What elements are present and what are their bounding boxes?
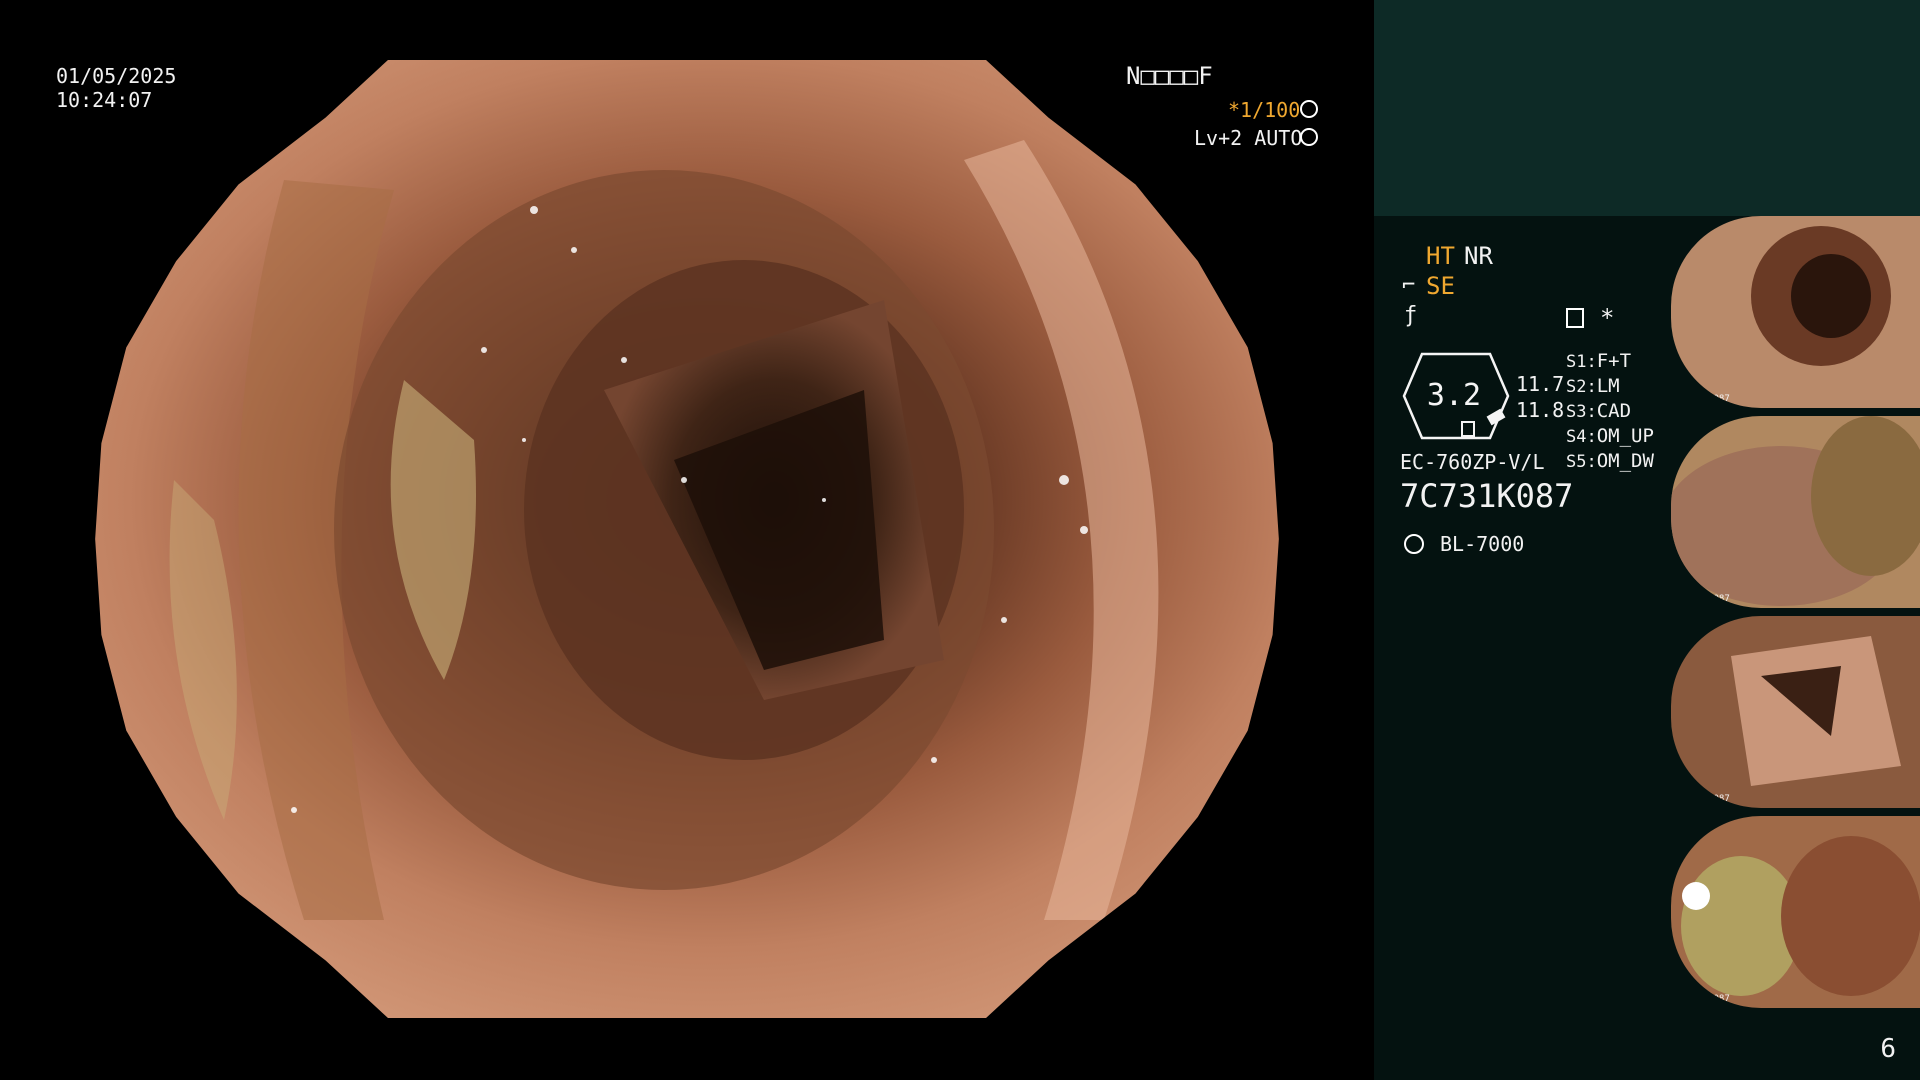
setting-key: S2: bbox=[1566, 377, 1597, 397]
gear-icon bbox=[1300, 128, 1318, 146]
shutter-speed: *1/100 bbox=[1228, 98, 1301, 122]
exam-time: 10:24:07 bbox=[56, 88, 153, 112]
setting-value: CAD bbox=[1596, 400, 1632, 422]
patient-id: N□□□□F bbox=[1126, 62, 1213, 90]
endoscope-view-panel: 01/05/2025 10:24:07 N□□□□F *1/100 Lv+2 A… bbox=[0, 0, 1374, 1080]
setting-key: S4: bbox=[1566, 427, 1597, 447]
setting-value: F+T bbox=[1596, 350, 1632, 372]
settings-list: S1:F+T S2:LM S3:CAD S4:OM_UP S5:OM_DW bbox=[1566, 350, 1654, 475]
thumbnail-label: 7C731K087 bbox=[1681, 394, 1730, 404]
fan-icon bbox=[1300, 100, 1318, 118]
freeze-icon: ƒ bbox=[1404, 303, 1418, 328]
mode-se: SE bbox=[1426, 272, 1455, 300]
light-icon bbox=[1404, 534, 1424, 554]
mode-nr: NR bbox=[1464, 242, 1493, 270]
thumbnail-3[interactable]: 7C731K087 bbox=[1671, 616, 1920, 808]
exam-date: 01/05/2025 bbox=[56, 64, 177, 88]
menu-icon bbox=[1566, 308, 1584, 328]
dial-top-value: 11.7 bbox=[1516, 372, 1565, 396]
thumbnail-label: 7C731K087 bbox=[1681, 994, 1730, 1004]
scope-model: EC-760ZP-V/L bbox=[1400, 450, 1545, 474]
dial-bottom-value: 11.8 bbox=[1516, 398, 1565, 422]
thumbnail-label: 7C731K087 bbox=[1681, 594, 1730, 604]
thumbnail-2[interactable]: 7C731K087 bbox=[1671, 416, 1920, 608]
setting-value: OM_UP bbox=[1596, 425, 1654, 447]
endoscope-image bbox=[95, 60, 1279, 1018]
scope-icon: ⌐ bbox=[1402, 273, 1416, 298]
thumbnail-label: 7C731K087 bbox=[1681, 794, 1730, 804]
thumbnail-4[interactable]: 7C731K087 bbox=[1671, 816, 1920, 1008]
setting-value: LM bbox=[1596, 375, 1620, 397]
setting-value: OM_DW bbox=[1596, 450, 1654, 472]
dial-value: 3.2 bbox=[1427, 378, 1481, 413]
scope-serial: 7C731K087 bbox=[1400, 477, 1574, 515]
setting-key: S3: bbox=[1566, 402, 1597, 422]
sidebar-header-block bbox=[1374, 0, 1920, 216]
page-number: 6 bbox=[1880, 1034, 1896, 1064]
thumbnail-1[interactable]: 7C731K087 bbox=[1671, 216, 1920, 408]
setting-key: S1: bbox=[1566, 352, 1597, 372]
setting-key: S5: bbox=[1566, 452, 1597, 472]
brightness-level: Lv+2 AUTO bbox=[1194, 126, 1303, 150]
mode-ht: HT bbox=[1426, 242, 1455, 270]
dial-gauge: 3.2 bbox=[1402, 352, 1510, 440]
asterisk-indicator: * bbox=[1600, 304, 1615, 332]
thumbnail-strip: 7C731K087 7C731K087 7C731K087 7C731K087 bbox=[1671, 216, 1920, 1016]
light-source: BL-7000 bbox=[1440, 532, 1525, 556]
